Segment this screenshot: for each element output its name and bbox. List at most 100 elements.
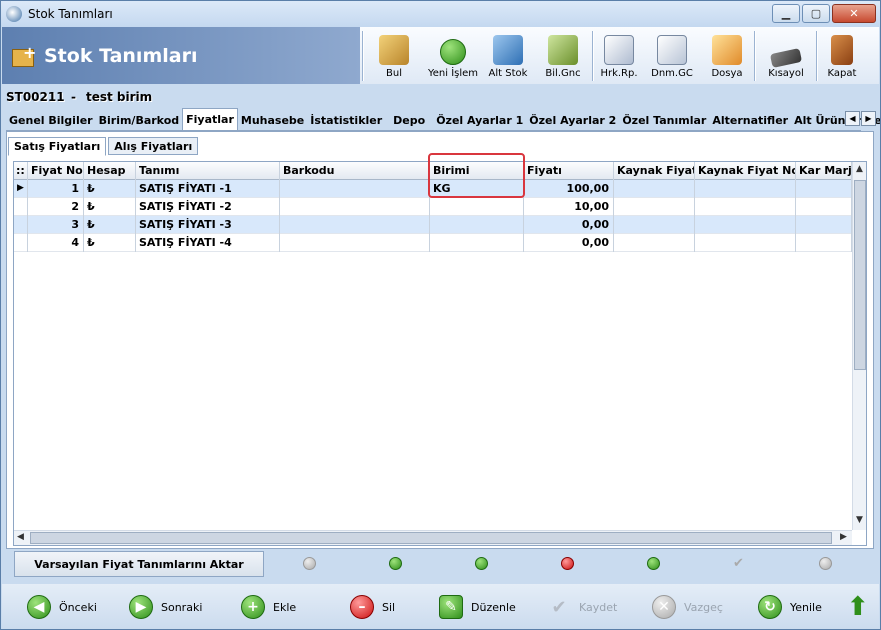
cell-tanimi[interactable]: SATIŞ FİYATI -2	[136, 198, 280, 216]
col-kaynak-fiyat[interactable]: Kaynak Fiyat	[614, 162, 695, 180]
file-button[interactable]: Dosya	[700, 27, 754, 84]
period-button[interactable]: Dnm.GC	[644, 27, 700, 84]
grid-edit-icon[interactable]	[647, 557, 660, 570]
cell-hesap[interactable]: ₺	[84, 198, 136, 216]
col-barkodu[interactable]: Barkodu	[280, 162, 430, 180]
cell-kaynak-fiyat[interactable]	[614, 180, 695, 198]
tab-muhasebe[interactable]: Muhasebe	[238, 110, 307, 130]
cell-kaynak-fiyat-no[interactable]	[695, 180, 796, 198]
cell-birimi[interactable]	[430, 216, 524, 234]
tab-istatistikler[interactable]: İstatistikler	[307, 110, 385, 130]
cell-fiyat-no[interactable]: 3	[28, 216, 84, 234]
scroll-down-icon[interactable]: ▼	[856, 515, 863, 525]
tab-satis-fiyatlari[interactable]: Satış Fiyatları	[8, 137, 107, 156]
nav-next-icon[interactable]	[389, 557, 402, 570]
cell-fiyati[interactable]: 0,00	[524, 234, 614, 252]
vertical-scroll-thumb[interactable]	[854, 180, 866, 370]
grid-save-icon[interactable]: ✔	[733, 557, 746, 570]
cell-barkodu[interactable]	[280, 216, 430, 234]
cell-fiyati[interactable]: 100,00	[524, 180, 614, 198]
cell-fiyat-no[interactable]: 2	[28, 198, 84, 216]
update-info-button[interactable]: Bil.Gnc	[534, 27, 592, 84]
cell-kar-marji[interactable]	[796, 198, 852, 216]
table-row[interactable]: 4 ₺ SATIŞ FİYATI -4 0,00	[14, 234, 852, 252]
cell-birimi[interactable]	[430, 234, 524, 252]
edit-button[interactable]: ✎ Düzenle	[439, 591, 516, 623]
cell-tanimi[interactable]: SATIŞ FİYATI -1	[136, 180, 280, 198]
cell-kaynak-fiyat[interactable]	[614, 198, 695, 216]
nav-first-icon[interactable]	[303, 557, 316, 570]
cell-tanimi[interactable]: SATIŞ FİYATI -4	[136, 234, 280, 252]
cell-barkodu[interactable]	[280, 198, 430, 216]
cell-barkodu[interactable]	[280, 234, 430, 252]
minimize-button[interactable]: ▁	[772, 4, 800, 23]
col-kaynak-fiyat-no[interactable]: Kaynak Fiyat No	[695, 162, 796, 180]
cell-kaynak-fiyat[interactable]	[614, 216, 695, 234]
tab-alis-fiyatlari[interactable]: Alış Fiyatları	[108, 137, 199, 155]
col-kar-marji[interactable]: Kar Marjı	[796, 162, 852, 180]
tab-scroll-right-button[interactable]: ▶	[861, 111, 876, 126]
cell-hesap[interactable]: ₺	[84, 216, 136, 234]
close-form-button[interactable]: Kapat	[818, 27, 866, 84]
table-row[interactable]: 2 ₺ SATIŞ FİYATI -2 10,00	[14, 198, 852, 216]
sub-stock-button[interactable]: Alt Stok	[482, 27, 534, 84]
add-button[interactable]: + Ekle	[241, 591, 296, 623]
tab-alternatifler[interactable]: Alternatifler	[709, 110, 791, 130]
cell-hesap[interactable]: ₺	[84, 180, 136, 198]
refresh-button[interactable]: ↻ Yenile	[758, 591, 822, 623]
record-bar: ST00211 - test birim	[2, 84, 879, 110]
previous-button[interactable]: ◀ Önceki	[27, 591, 97, 623]
cell-fiyat-no[interactable]: 1	[28, 180, 84, 198]
cell-kaynak-fiyat-no[interactable]	[695, 198, 796, 216]
scroll-top-button[interactable]: ⬆	[847, 591, 869, 623]
cell-fiyati[interactable]: 10,00	[524, 198, 614, 216]
next-button[interactable]: ▶ Sonraki	[129, 591, 202, 623]
tab-scroll-left-button[interactable]: ◀	[845, 111, 860, 126]
cell-kar-marji[interactable]	[796, 216, 852, 234]
maximize-button[interactable]: ▢	[802, 4, 830, 23]
cell-barkodu[interactable]	[280, 180, 430, 198]
tab-genel-bilgiler[interactable]: Genel Bilgiler	[6, 110, 96, 130]
tab-fiyatlar[interactable]: Fiyatlar	[182, 108, 238, 130]
import-default-prices-button[interactable]: Varsayılan Fiyat Tanımlarını Aktar	[14, 551, 264, 577]
table-row[interactable]: 3 ₺ SATIŞ FİYATI -3 0,00	[14, 216, 852, 234]
find-button[interactable]: Bul	[364, 27, 424, 84]
cancel-button[interactable]: ✕ Vazgeç	[652, 591, 723, 623]
scroll-left-icon[interactable]: ◀	[17, 532, 24, 542]
grid-cancel-icon[interactable]	[819, 557, 832, 570]
delete-button[interactable]: – Sil	[350, 591, 395, 623]
price-grid[interactable]: :: Fiyat No Hesap Tanımı Barkodu Birimi …	[13, 161, 867, 546]
horizontal-scrollbar[interactable]: ◀ ▶	[14, 530, 852, 545]
col-fiyati[interactable]: Fiyatı	[524, 162, 614, 180]
col-fiyat-no[interactable]: Fiyat No	[28, 162, 84, 180]
cell-kar-marji[interactable]	[796, 234, 852, 252]
cell-birimi[interactable]	[430, 198, 524, 216]
cell-fiyat-no[interactable]: 4	[28, 234, 84, 252]
cell-kaynak-fiyat-no[interactable]	[695, 234, 796, 252]
tab-ozel-ayarlar-1[interactable]: Özel Ayarlar 1	[433, 110, 526, 130]
movement-report-button[interactable]: Hrk.Rp.	[594, 27, 644, 84]
grid-add-icon[interactable]	[475, 557, 488, 570]
tab-ozel-tanimlar[interactable]: Özel Tanımlar	[619, 110, 709, 130]
cell-fiyati[interactable]: 0,00	[524, 216, 614, 234]
cell-kaynak-fiyat-no[interactable]	[695, 216, 796, 234]
shortcut-button[interactable]: Kısayol	[756, 27, 816, 84]
tab-birim-barkod[interactable]: Birim/Barkod	[96, 110, 183, 130]
vertical-scrollbar[interactable]: ▲ ▼	[852, 162, 866, 530]
cell-kaynak-fiyat[interactable]	[614, 234, 695, 252]
scroll-right-icon[interactable]: ▶	[840, 532, 847, 542]
close-button[interactable]: ✕	[832, 4, 876, 23]
new-transaction-button[interactable]: Yeni İşlem	[424, 27, 482, 84]
cell-tanimi[interactable]: SATIŞ FİYATI -3	[136, 216, 280, 234]
tab-depo[interactable]: Depo	[385, 110, 433, 130]
col-tanimi[interactable]: Tanımı	[136, 162, 280, 180]
binoculars-icon	[379, 35, 409, 65]
col-hesap[interactable]: Hesap	[84, 162, 136, 180]
cell-hesap[interactable]: ₺	[84, 234, 136, 252]
save-button[interactable]: ✔ Kaydet	[547, 591, 617, 623]
tab-ozel-ayarlar-2[interactable]: Özel Ayarlar 2	[526, 110, 619, 130]
scroll-up-icon[interactable]: ▲	[856, 164, 863, 174]
horizontal-scroll-thumb[interactable]	[30, 532, 832, 544]
grid-delete-icon[interactable]	[561, 557, 574, 570]
cell-kar-marji[interactable]	[796, 180, 852, 198]
